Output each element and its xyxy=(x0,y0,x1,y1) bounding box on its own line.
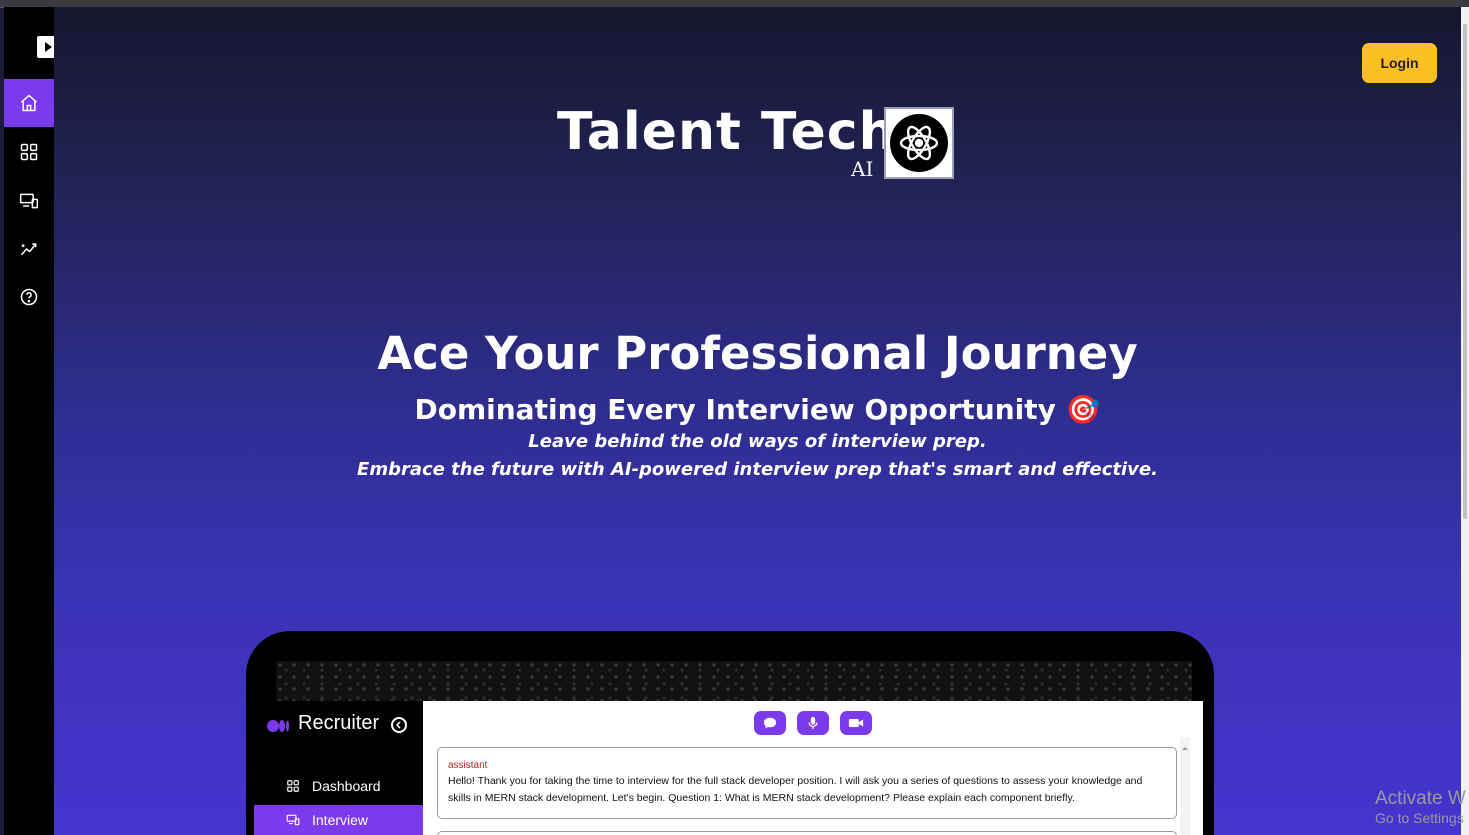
windows-activation-watermark: Activate W Go to Settings xyxy=(1375,788,1466,826)
preview-nav-dashboard[interactable]: Dashboard xyxy=(254,771,424,801)
app-preview-laptop: Recruiter Dashboard Interview assistant … xyxy=(246,631,1214,835)
video-camera-icon xyxy=(848,719,864,727)
help-icon xyxy=(20,288,38,306)
collapse-icon[interactable] xyxy=(391,717,407,733)
recruiter-logo-icon xyxy=(266,719,290,733)
sidebar-item-dashboard[interactable] xyxy=(4,128,54,176)
microphone-icon xyxy=(808,716,818,730)
sidebar-item-analytics[interactable] xyxy=(4,225,54,273)
analytics-icon xyxy=(20,243,37,256)
message-text: Hello! Thank you for taking the time to … xyxy=(448,775,1143,804)
home-icon xyxy=(21,94,37,112)
brand-logo xyxy=(884,107,954,179)
preview-nav-interview[interactable]: Interview xyxy=(254,805,424,835)
preview-nav-label: Interview xyxy=(312,812,369,828)
sidebar-item-help[interactable] xyxy=(4,273,54,321)
play-icon xyxy=(45,42,52,52)
devices-icon xyxy=(19,193,39,209)
page-scrollbar-thumb[interactable] xyxy=(1463,24,1467,519)
hero-line-2: Embrace the future with AI-powered inter… xyxy=(357,459,1158,480)
laptop-bezel-pattern xyxy=(276,661,1192,701)
watermark-line-2: Go to Settings xyxy=(1375,810,1464,826)
main-content: Login Talent Tech AI Ace Your Profession… xyxy=(54,7,1461,835)
grid-icon xyxy=(287,780,299,792)
chat-icon xyxy=(763,717,777,729)
preview-chat-panel: assistant Hello! Thank you for taking th… xyxy=(423,701,1203,835)
hero-line-1: Leave behind the old ways of interview p… xyxy=(528,431,987,452)
voice-mode-button[interactable] xyxy=(797,711,829,735)
devices-icon xyxy=(286,814,300,826)
message-role: assistant xyxy=(448,760,488,771)
grid-icon xyxy=(20,143,38,161)
brand-suffix: AI xyxy=(851,157,874,181)
watermark-line-1: Activate W xyxy=(1375,788,1466,809)
chat-message-next xyxy=(437,831,1177,835)
preview-nav-label: Dashboard xyxy=(312,778,381,794)
sidebar-item-home[interactable] xyxy=(4,79,54,127)
chat-scrollbar[interactable] xyxy=(1180,737,1190,835)
chat-mode-button[interactable] xyxy=(754,711,786,735)
video-mode-button[interactable] xyxy=(840,711,872,735)
hero-subtitle: Dominating Every Interview Opportunity 🎯 xyxy=(414,393,1101,426)
sidebar xyxy=(4,7,54,835)
atom-icon xyxy=(899,125,939,161)
preview-app-title: Recruiter xyxy=(298,712,380,734)
login-button[interactable]: Login xyxy=(1362,43,1437,83)
chat-message: assistant Hello! Thank you for taking th… xyxy=(437,747,1177,819)
hero-title: Ace Your Professional Journey xyxy=(377,327,1138,380)
brand-name: Talent Tech xyxy=(557,102,897,162)
sidebar-item-interview[interactable] xyxy=(4,177,54,225)
preview-sidebar: Recruiter Dashboard Interview xyxy=(254,701,424,835)
